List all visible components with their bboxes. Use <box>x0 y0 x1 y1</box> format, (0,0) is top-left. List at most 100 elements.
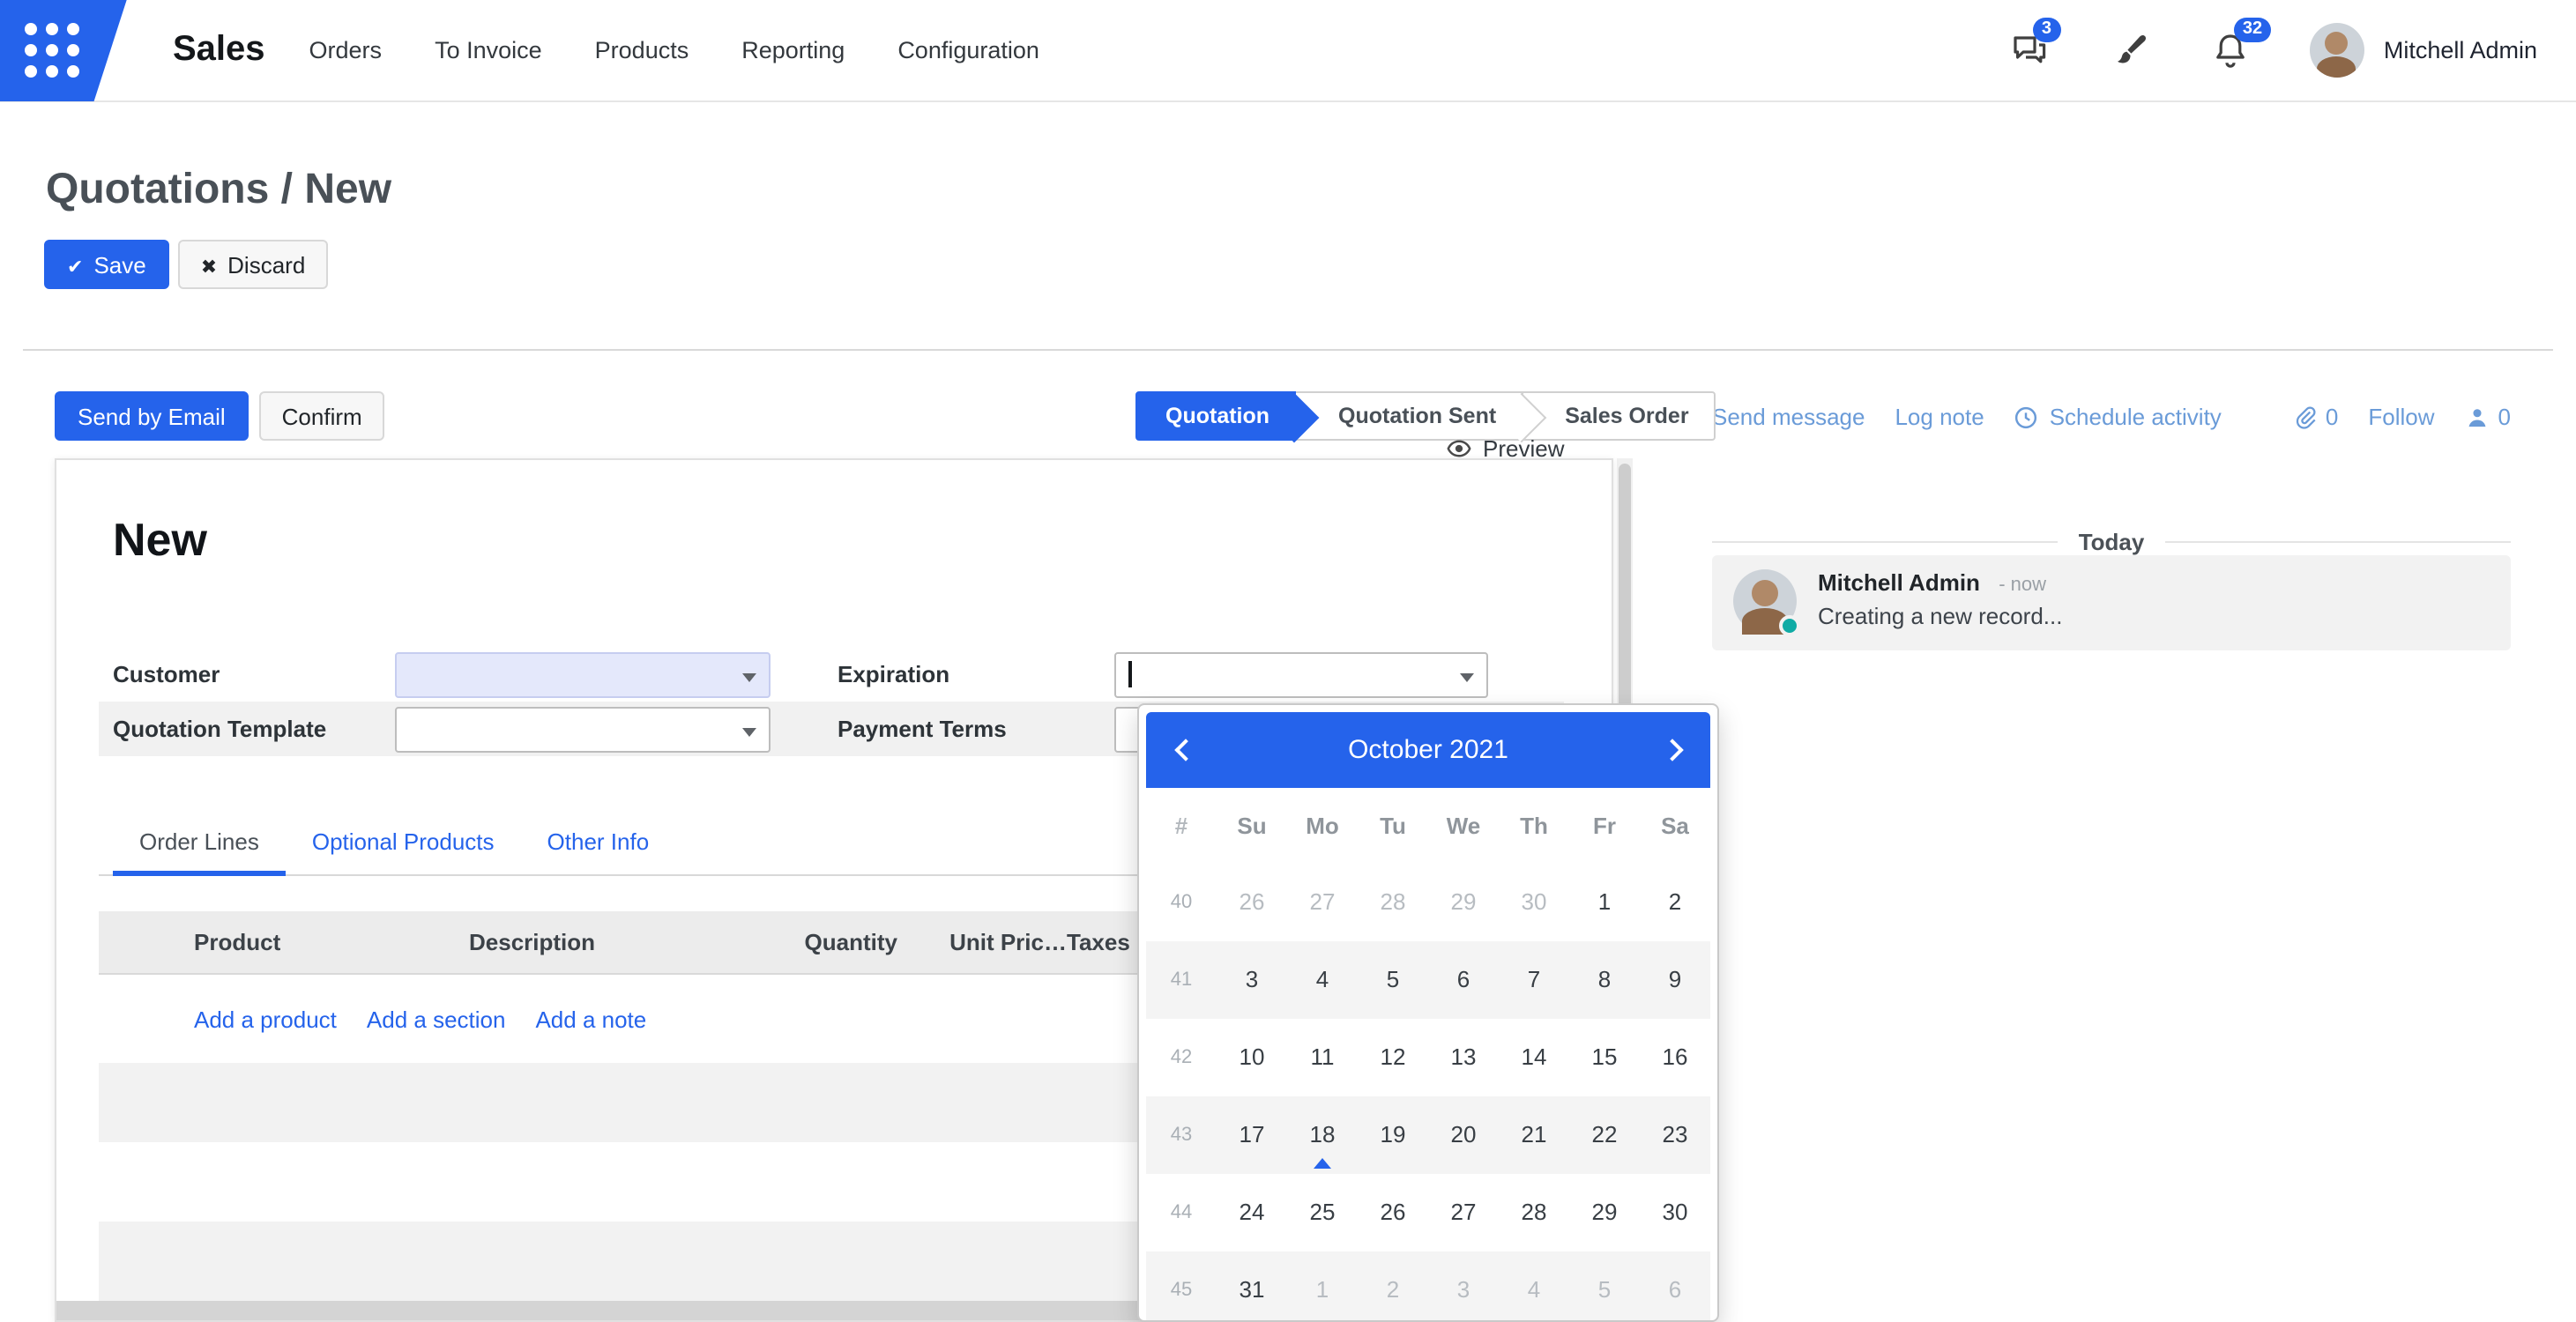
calendar-day[interactable]: 14 <box>1499 1019 1569 1096</box>
followers-button[interactable]: 0 <box>2465 404 2511 430</box>
week-number: 41 <box>1146 969 1217 991</box>
field-row-expiration: Expiration <box>823 647 1564 702</box>
menu-item[interactable]: Products <box>595 37 689 63</box>
confirm-button[interactable]: Confirm <box>259 391 385 441</box>
previous-month-button[interactable] <box>1146 712 1217 788</box>
menu-item[interactable]: Configuration <box>897 37 1039 63</box>
notifications-bell-icon[interactable]: 32 <box>2209 29 2252 71</box>
quotation-template-input[interactable] <box>395 706 771 752</box>
preview-button[interactable]: Preview <box>1446 435 1565 462</box>
person-icon <box>2465 405 2490 429</box>
calendar-day[interactable]: 1 <box>1569 864 1640 941</box>
tab[interactable]: Order Lines <box>113 813 286 876</box>
brush-icon[interactable] <box>2109 29 2151 71</box>
calendar-day[interactable]: 30 <box>1640 1174 1710 1251</box>
message-avatar <box>1733 569 1797 633</box>
calendar-day[interactable]: 25 <box>1287 1174 1358 1251</box>
discard-label: Discard <box>227 251 305 278</box>
next-month-button[interactable] <box>1640 712 1710 788</box>
calendar-day[interactable]: 21 <box>1499 1096 1569 1174</box>
customer-input[interactable] <box>395 651 771 697</box>
calendar-day[interactable]: 5 <box>1569 1251 1640 1322</box>
calendar-day[interactable]: 4 <box>1287 941 1358 1019</box>
follow-link[interactable]: Follow <box>2368 404 2434 430</box>
pipeline-stage[interactable]: Quotation <box>1135 391 1296 441</box>
send-message-link[interactable]: Send message <box>1712 404 1865 430</box>
calendar-day[interactable]: 24 <box>1217 1174 1287 1251</box>
calendar-day[interactable]: 27 <box>1287 864 1358 941</box>
tab[interactable]: Optional Products <box>286 813 521 876</box>
weekday-label: Tu <box>1358 813 1428 839</box>
send-by-email-button[interactable]: Send by Email <box>55 391 249 441</box>
calendar-day[interactable]: 2 <box>1640 864 1710 941</box>
pipeline-stage[interactable]: Quotation Sent <box>1296 391 1523 441</box>
datepicker-week-row: 4424252627282930 <box>1146 1174 1710 1251</box>
calendar-day[interactable]: 6 <box>1428 941 1499 1019</box>
menu-item[interactable]: Reporting <box>741 37 845 63</box>
calendar-day[interactable]: 4 <box>1499 1251 1569 1322</box>
line-action-link[interactable]: Add a section <box>367 1006 506 1033</box>
line-action-link[interactable]: Add a product <box>194 1006 337 1033</box>
attachments-button[interactable]: 0 <box>2292 404 2338 430</box>
tab[interactable]: Other Info <box>521 813 676 876</box>
messages-icon[interactable]: 3 <box>2008 29 2051 71</box>
breadcrumb-section[interactable]: Quotations <box>46 166 269 213</box>
chatter-panel: Send message Log note Schedule activity … <box>1675 374 2557 1322</box>
text-cursor <box>1128 661 1131 687</box>
calendar-day[interactable]: 3 <box>1428 1251 1499 1322</box>
calendar-day[interactable]: 7 <box>1499 941 1569 1019</box>
calendar-day[interactable]: 23 <box>1640 1096 1710 1174</box>
calendar-day[interactable]: 29 <box>1569 1174 1640 1251</box>
pipeline-stage[interactable]: Sales Order <box>1523 391 1715 441</box>
calendar-day[interactable]: 12 <box>1358 1019 1428 1096</box>
user-menu[interactable]: Mitchell Admin <box>2310 23 2537 78</box>
calendar-day[interactable]: 30 <box>1499 864 1569 941</box>
log-note-link[interactable]: Log note <box>1895 404 1984 430</box>
calendar-day[interactable]: 29 <box>1428 864 1499 941</box>
chatter-message: Mitchell Admin - now Creating a new reco… <box>1712 555 2511 650</box>
calendar-day[interactable]: 16 <box>1640 1019 1710 1096</box>
calendar-day[interactable]: 9 <box>1640 941 1710 1019</box>
field-row-customer: Customer <box>99 647 825 702</box>
calendar-day[interactable]: 6 <box>1640 1251 1710 1322</box>
record-title: New <box>113 513 207 568</box>
scrollbar-thumb[interactable] <box>1619 464 1631 728</box>
calendar-day[interactable]: 3 <box>1217 941 1287 1019</box>
message-author[interactable]: Mitchell Admin <box>1818 569 1980 596</box>
menu-item[interactable]: Orders <box>309 37 383 63</box>
calendar-day[interactable]: 20 <box>1428 1096 1499 1174</box>
panel-divider <box>23 349 2553 351</box>
calendar-day[interactable]: 28 <box>1358 864 1428 941</box>
expiration-input[interactable] <box>1114 651 1488 697</box>
column-header: Description <box>469 929 733 955</box>
calendar-day[interactable]: 28 <box>1499 1174 1569 1251</box>
app-name[interactable]: Sales <box>173 30 265 71</box>
calendar-day[interactable]: 2 <box>1358 1251 1428 1322</box>
x-icon <box>201 251 217 278</box>
divider-line <box>1712 541 2058 543</box>
calendar-day[interactable]: 11 <box>1287 1019 1358 1096</box>
apps-grid-icon[interactable] <box>0 0 127 101</box>
datepicker-title[interactable]: October 2021 <box>1146 735 1710 765</box>
schedule-activity-link[interactable]: Schedule activity <box>2014 404 2222 430</box>
discard-button[interactable]: Discard <box>178 240 329 289</box>
calendar-day[interactable]: 1 <box>1287 1251 1358 1322</box>
calendar-day[interactable]: 13 <box>1428 1019 1499 1096</box>
calendar-day[interactable]: 22 <box>1569 1096 1640 1174</box>
calendar-day[interactable]: 8 <box>1569 941 1640 1019</box>
calendar-day-today[interactable]: 18 <box>1287 1096 1358 1174</box>
calendar-day[interactable]: 10 <box>1217 1019 1287 1096</box>
calendar-day[interactable]: 26 <box>1358 1174 1428 1251</box>
calendar-day[interactable]: 19 <box>1358 1096 1428 1174</box>
line-action-link[interactable]: Add a note <box>535 1006 646 1033</box>
calendar-day[interactable]: 31 <box>1217 1251 1287 1322</box>
save-button[interactable]: Save <box>44 240 169 289</box>
calendar-day[interactable]: 27 <box>1428 1174 1499 1251</box>
calendar-day[interactable]: 5 <box>1358 941 1428 1019</box>
weekday-label: Th <box>1499 813 1569 839</box>
calendar-day[interactable]: 26 <box>1217 864 1287 941</box>
grid-dots-icon <box>25 23 79 78</box>
menu-item[interactable]: To Invoice <box>435 37 542 63</box>
calendar-day[interactable]: 15 <box>1569 1019 1640 1096</box>
calendar-day[interactable]: 17 <box>1217 1096 1287 1174</box>
